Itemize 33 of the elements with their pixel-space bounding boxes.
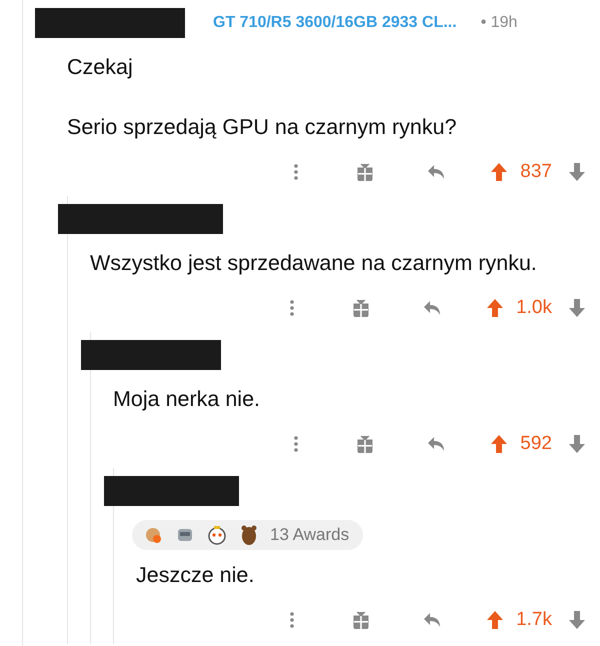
gift-icon[interactable] (352, 611, 370, 629)
reply-icon[interactable] (426, 163, 446, 181)
vote-score: 1.7k (516, 609, 552, 631)
gift-icon[interactable] (352, 299, 370, 317)
award-icon (206, 524, 228, 546)
upvote-icon[interactable] (486, 298, 504, 318)
reply-icon[interactable] (422, 611, 442, 629)
vote-score: 837 (520, 161, 552, 183)
more-icon[interactable] (290, 300, 294, 316)
reply-icon[interactable] (422, 299, 442, 317)
more-icon[interactable] (294, 436, 298, 452)
comment-text: Czekaj (67, 54, 134, 81)
gift-icon[interactable] (356, 435, 374, 453)
comment-text: Jeszcze nie. (136, 562, 256, 589)
vote-score: 1.0k (516, 297, 552, 319)
comment-text: Wszystko jest sprzedawane na czarnym rynku. (90, 250, 538, 277)
user-flair: GT 710/R5 3600/16GB 2933 CL... (213, 14, 457, 32)
downvote-icon[interactable] (568, 610, 586, 630)
comment-text: Serio sprzedają GPU na czarnym rynku? (67, 114, 458, 141)
downvote-icon[interactable] (568, 434, 586, 454)
vote-score: 592 (520, 433, 552, 455)
upvote-icon[interactable] (486, 610, 504, 630)
upvote-icon[interactable] (490, 434, 508, 454)
downvote-icon[interactable] (568, 162, 586, 182)
comment-text: Moja nerka nie. (113, 386, 261, 413)
more-icon[interactable] (290, 612, 294, 628)
reply-icon[interactable] (426, 435, 446, 453)
downvote-icon[interactable] (568, 298, 586, 318)
upvote-icon[interactable] (490, 162, 508, 182)
gift-icon[interactable] (356, 163, 374, 181)
awards-pill[interactable]: 13 Awards (132, 520, 364, 550)
timestamp: • 19h (480, 14, 518, 32)
more-icon[interactable] (294, 164, 298, 180)
